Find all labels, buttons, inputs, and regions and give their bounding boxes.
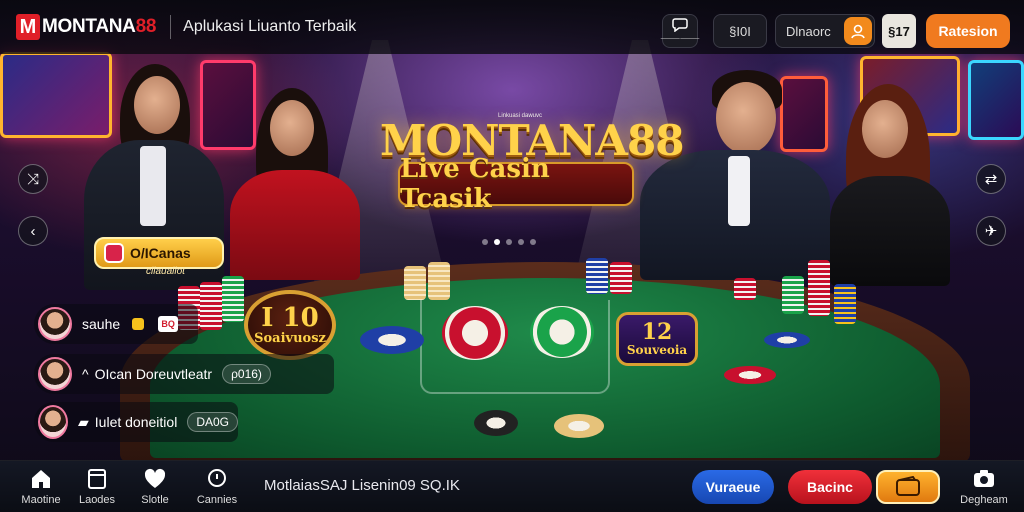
neon-sign (200, 60, 256, 150)
hero-subtitle: Live Casin Tcasik (400, 154, 550, 214)
feed-item[interactable]: ▰ Iulet doneitiol DA0G (34, 402, 238, 442)
user-icon (844, 17, 872, 45)
nav-item-home[interactable]: Maotine (14, 467, 68, 511)
chevron-left-icon[interactable]: ‹ (18, 216, 48, 246)
feed-item-tag: DA0G (187, 412, 238, 432)
avatar (38, 405, 69, 439)
nav-label: Cannies (196, 494, 238, 506)
share-icon[interactable]: ⇄ (976, 164, 1006, 194)
logo-wordmark: MONTANA88 (42, 16, 157, 37)
feed-item-badge: BQ (158, 316, 179, 332)
carousel-dot[interactable] (494, 239, 500, 245)
chip-stack (610, 262, 632, 294)
poker-chip (724, 366, 776, 384)
bonus-medal-right-label: Souveoia (626, 343, 688, 357)
chip-stack (782, 276, 804, 314)
chip-stack (808, 260, 830, 316)
bottom-nav: Maotine Laodes Slotle Cannies MotlaiasSA… (0, 460, 1024, 512)
feed-item[interactable]: sauhe BQ (34, 304, 198, 344)
carousel-dot[interactable] (518, 239, 524, 245)
feed-item[interactable]: ^ OIcan Doreuvtleatr ρ016) (34, 354, 334, 394)
action-button-blue[interactable]: Vuraeue (692, 470, 774, 504)
avatar (38, 357, 72, 391)
action-button-red[interactable]: Bacinc (788, 470, 872, 504)
home-icon (32, 470, 50, 488)
nav-item-casino[interactable]: Cannies (190, 467, 244, 511)
bonus-medal-left-label: Soaivuosz (254, 330, 326, 346)
register-button[interactable]: Ratesion (926, 14, 1010, 48)
carousel-dot[interactable] (530, 239, 536, 245)
flag-icon: ▰ (78, 413, 89, 430)
feed-item-text: Iulet doneitiol (94, 414, 178, 430)
chip-stack (428, 262, 450, 300)
support-button-label: ⸻⸻ (660, 34, 700, 43)
nav-label: Maotine (21, 494, 61, 506)
neon-sign (780, 76, 828, 152)
search-button[interactable]: Dlnaorc (775, 14, 875, 48)
promo-pill-label: O/ICanas (130, 245, 191, 261)
caret-up-icon: ^ (82, 366, 89, 382)
bonus-medal-left-value: I 10 (261, 302, 319, 333)
poker-chip (360, 326, 424, 354)
wallet-button[interactable] (876, 470, 940, 504)
coin-icon (132, 318, 145, 330)
chip-stack (222, 276, 244, 322)
tablet-icon (88, 469, 106, 489)
support-button[interactable]: ⸻⸻ (660, 14, 700, 48)
poker-chip (554, 414, 604, 438)
logo-mark: M (16, 14, 40, 40)
slot-machine-sign (968, 60, 1024, 140)
slot-machine-sign (0, 52, 112, 138)
chat-bubble-icon (672, 18, 688, 32)
poker-chip (530, 306, 594, 358)
chip-stack (586, 258, 608, 294)
bonus-medal-left[interactable]: I 10 Soaivuosz (244, 290, 336, 360)
feed-item-tag: ρ016) (222, 364, 271, 384)
chip-stack (404, 266, 426, 300)
bonus-medal-right[interactable]: 12 Souveoia (616, 312, 698, 366)
chip-stack (734, 278, 756, 300)
nav-label: Laodes (78, 494, 116, 506)
ticker-text: MotlaiasSAJ Lisenin09 SQ.IK (264, 477, 460, 494)
header-divider (170, 15, 172, 39)
tagline: Aplukasi Liuanto Terbaik (183, 18, 357, 35)
promo-thumbnail (104, 243, 124, 263)
carousel-dot[interactable] (482, 239, 488, 245)
poker-chip (442, 306, 508, 360)
nav-item-slots[interactable]: Slotle (128, 467, 182, 511)
brand-logo[interactable]: M MONTANA88 (16, 12, 156, 42)
search-icon (208, 469, 226, 487)
chip-stack (200, 282, 222, 330)
heart-icon (144, 468, 166, 488)
bonus-medal-right-value: 12 (641, 319, 673, 345)
gift-button[interactable]: §17 (882, 14, 916, 48)
poker-chip (764, 332, 810, 348)
promo-pill[interactable]: O/ICanas (94, 237, 224, 269)
nav-label: Slotle (141, 494, 169, 506)
nav-label: Degheam (960, 494, 1008, 506)
wallet-icon (896, 476, 920, 496)
carousel-dots (482, 239, 536, 245)
shuffle-icon[interactable]: ⤨ (18, 164, 48, 194)
nav-item-register[interactable]: Degheam (956, 467, 1012, 511)
search-button-label: Dlnaorc (786, 23, 831, 39)
avatar (38, 307, 72, 341)
plane-icon[interactable]: ✈ (976, 216, 1006, 246)
poker-chip (474, 410, 518, 436)
camera-icon (974, 470, 994, 487)
top-bar: M MONTANA88 Aplukasi Liuanto Terbaik ⸻⸻ … (0, 0, 1024, 54)
carousel-dot[interactable] (506, 239, 512, 245)
feed-item-text: OIcan Doreuvtleatr (94, 366, 213, 382)
nav-item-games[interactable]: Laodes (70, 467, 124, 511)
chip-stack (834, 284, 856, 324)
language-button[interactable]: §I0I (713, 14, 767, 48)
promo-pill-subtext: cllaualiot (146, 266, 185, 277)
hero-subtitle-banner: Live Casin Tcasik (398, 154, 634, 214)
feed-item-text: sauhe (82, 316, 121, 332)
